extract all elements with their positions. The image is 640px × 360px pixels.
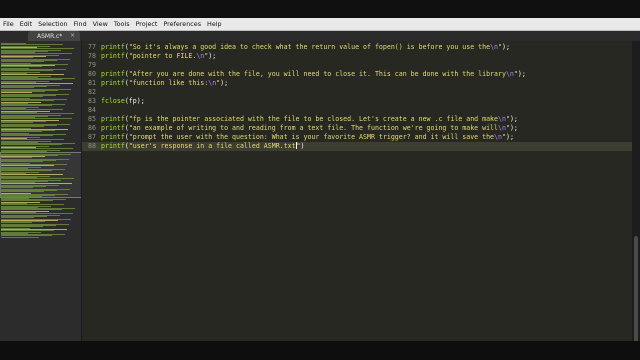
menu-find[interactable]: Find <box>71 18 90 30</box>
menu-view[interactable]: View <box>90 18 111 30</box>
code-editor[interactable]: 77 printf("So it's always a good idea to … <box>82 41 632 341</box>
code-line[interactable]: 82 <box>82 88 632 97</box>
line-number: 79 <box>88 61 96 69</box>
status-bar <box>0 341 640 360</box>
minimap[interactable] <box>0 41 81 341</box>
menu-bar: File Edit Selection Find View Tools Proj… <box>0 18 640 31</box>
line-number: 83 <box>88 97 96 105</box>
tab-label: ASMR.c* <box>37 32 63 40</box>
code-line[interactable]: 79 <box>82 61 632 70</box>
code-text: printf("user's response in a file called… <box>101 142 305 150</box>
code-line[interactable]: 81 printf("function like this:\n"); <box>82 79 632 88</box>
code-line[interactable]: 85 printf("fp is the pointer associated w… <box>82 115 632 124</box>
code-text: printf("pointer to FILE.\n"); <box>101 52 217 60</box>
code-text: printf("prompt the user with the questio… <box>101 133 514 141</box>
line-number: 80 <box>88 70 96 78</box>
menu-selection[interactable]: Selection <box>35 18 70 30</box>
code-text: printf("an example of writing to and rea… <box>101 124 518 132</box>
tab-bar <box>0 31 640 41</box>
line-number: 86 <box>88 124 96 132</box>
line-number: 87 <box>88 133 96 141</box>
menu-help[interactable]: Help <box>204 18 225 30</box>
window-top-strip <box>0 0 640 18</box>
close-icon[interactable]: × <box>70 32 75 39</box>
code-text: printf("After you are done with the file… <box>101 70 526 78</box>
menu-preferences[interactable]: Preferences <box>160 18 204 30</box>
minimap-line <box>1 236 39 238</box>
code-line[interactable]: 78 printf("pointer to FILE.\n"); <box>82 52 632 61</box>
scrollbar-thumb[interactable] <box>634 236 638 346</box>
line-number: 82 <box>88 88 96 96</box>
menu-file[interactable]: File <box>0 18 17 30</box>
code-text: printf("So it's always a good idea to ch… <box>101 43 510 51</box>
menu-edit[interactable]: Edit <box>17 18 35 30</box>
code-line[interactable]: 77 printf("So it's always a good idea to … <box>82 43 632 52</box>
menu-tools[interactable]: Tools <box>111 18 133 30</box>
code-text: fclose(fp); <box>101 97 145 105</box>
code-text: printf("function like this:\n"); <box>101 79 229 87</box>
line-number: 77 <box>88 43 96 51</box>
vertical-scrollbar[interactable] <box>632 41 640 346</box>
line-number: 78 <box>88 52 96 60</box>
line-number: 85 <box>88 115 96 123</box>
line-number: 84 <box>88 106 96 114</box>
line-number: 88 <box>88 142 96 150</box>
menu-project[interactable]: Project <box>133 18 161 30</box>
tab-asmr-c[interactable]: ASMR.c* × <box>28 31 80 41</box>
code-text: printf("fp is the pointer associated wit… <box>101 115 518 123</box>
code-line[interactable]: 87 printf("prompt the user with the quest… <box>82 133 632 142</box>
code-line[interactable]: 83 fclose(fp); <box>82 97 632 106</box>
code-line[interactable]: 80 printf("After you are done with the fi… <box>82 70 632 79</box>
code-line[interactable]: 88 printf("user's response in a file call… <box>82 142 632 151</box>
line-number: 81 <box>88 79 96 87</box>
code-line[interactable]: 86 printf("an example of writing to and r… <box>82 124 632 133</box>
code-line[interactable]: 84 <box>82 106 632 115</box>
